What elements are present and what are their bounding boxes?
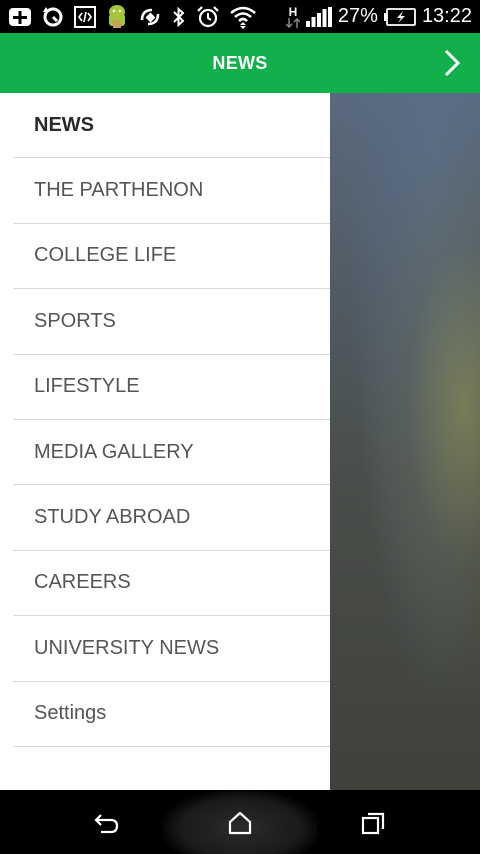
phone-rotate-icon — [138, 6, 162, 28]
drawer-item-sports[interactable]: SPORTS — [13, 289, 330, 355]
drawer-item-settings[interactable]: Settings — [13, 682, 330, 747]
back-button[interactable] — [92, 808, 122, 838]
drawer-item-the-parthenon[interactable]: THE PARTHENON — [13, 158, 330, 224]
drawer-item-lifestyle[interactable]: LIFESTYLE — [13, 355, 330, 420]
navigation-drawer: NEWS THE PARTHENON COLLEGE LIFE SPORTS L… — [0, 93, 330, 790]
drawer-item-university-news[interactable]: UNIVERSITY NEWS — [13, 616, 330, 682]
status-bar: H 27% 13:22 — [0, 0, 480, 33]
clock: 13:22 — [421, 5, 472, 27]
chevron-right-icon — [444, 49, 461, 77]
recents-button[interactable] — [358, 808, 388, 838]
network-type-label: H — [288, 4, 298, 19]
android-icon — [105, 4, 129, 28]
content-overlay[interactable] — [330, 93, 480, 790]
code-icon — [74, 5, 96, 28]
alarm-icon — [196, 5, 220, 28]
signal-icon — [305, 6, 332, 28]
bluetooth-icon — [171, 6, 187, 28]
drawer-menu: NEWS THE PARTHENON COLLEGE LIFE SPORTS L… — [0, 93, 330, 747]
drawer-item-media-gallery[interactable]: MEDIA GALLERY — [13, 420, 330, 486]
battery-icon — [383, 6, 416, 28]
battery-percent: 27% — [337, 5, 378, 27]
drawer-item-careers[interactable]: CAREERS — [13, 551, 330, 617]
back-icon — [94, 814, 119, 834]
status-left — [8, 4, 257, 29]
drawer-item-college-life[interactable]: COLLEGE LIFE — [13, 224, 330, 290]
drawer-item-study-abroad[interactable]: STUDY ABROAD — [13, 485, 330, 551]
next-button[interactable] — [440, 47, 464, 79]
page-title: NEWS — [212, 52, 268, 73]
add-box-icon — [8, 6, 32, 28]
status-right: H 27% 13:22 — [285, 4, 472, 28]
recents-icon — [361, 812, 385, 835]
wifi-icon — [229, 6, 257, 29]
app-bar: NEWS — [0, 33, 480, 93]
drawer-item-news[interactable]: NEWS — [13, 93, 330, 159]
system-nav-bar — [0, 790, 480, 854]
home-icon — [228, 811, 252, 835]
sync-icon — [41, 6, 65, 28]
network-h-icon: H — [285, 4, 300, 28]
home-button[interactable] — [225, 808, 255, 838]
